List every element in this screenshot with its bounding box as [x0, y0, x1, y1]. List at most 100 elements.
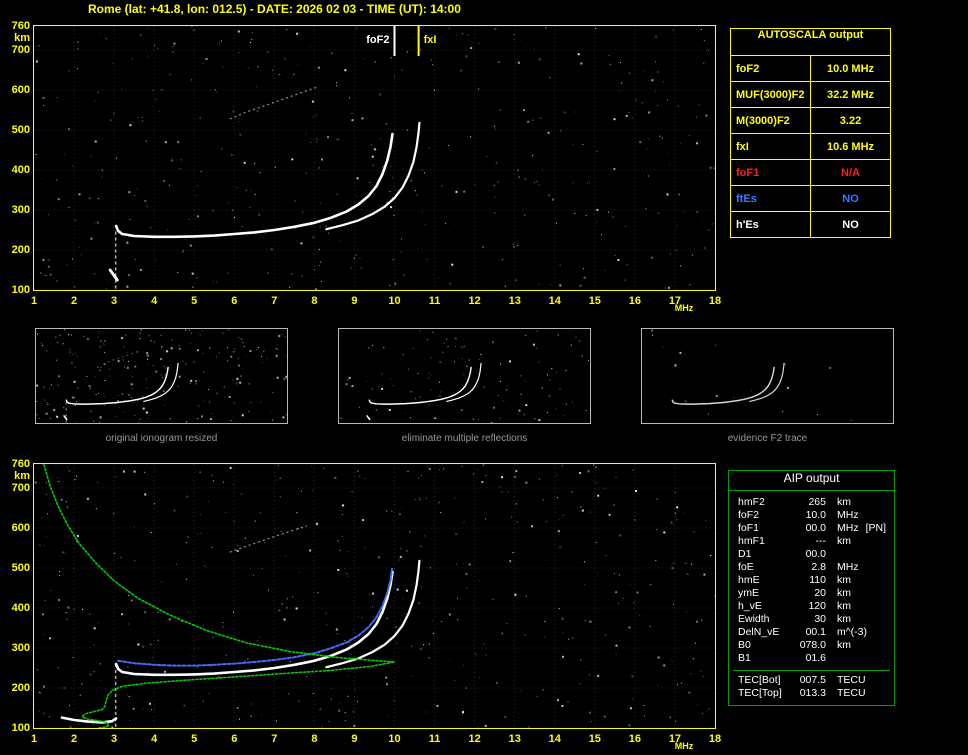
aip-table-row: foF2 10.0 MHz — [738, 509, 890, 522]
aip-row-label: D1 — [738, 548, 752, 560]
aip-table-row: Ewidth 30 km — [738, 613, 890, 626]
x-axis-tick-label: 5 — [191, 295, 198, 307]
aip-row-label: B0 — [738, 639, 751, 651]
aip-row-unit: km — [837, 613, 851, 625]
aip-table-row: h_vE 120 km — [738, 600, 890, 613]
x-axis-tick-label: 11 — [428, 733, 441, 745]
x-axis-tick-label: 7 — [271, 733, 278, 745]
autoscala-table-row: h'Es NO — [731, 211, 890, 237]
x-axis-tick-label: 6 — [231, 295, 238, 307]
aip-table-row: foF1 00.0 MHz [PN] — [738, 522, 890, 535]
aip-row-label: foF1 — [738, 522, 760, 534]
thumbnail-caption-f2-trace: evidence F2 trace — [727, 433, 808, 444]
x-axis-tick-label: 3 — [111, 733, 118, 745]
autoscala-output-panel: AUTOSCALA output foF2 10.0 MHz MUF(3000)F2… — [730, 28, 891, 238]
aip-row-value: 110 — [809, 574, 826, 586]
y-axis-tick-label: 400 — [11, 164, 30, 176]
aip-table-row: B0 078.0 km — [738, 639, 890, 652]
aip-row-unit: TECU — [837, 687, 866, 699]
autoscala-row-label: foF2 — [731, 56, 811, 81]
aip-row-unit: km — [837, 496, 851, 508]
aip-row-unit: MHz — [837, 522, 859, 534]
x-axis-tick-label: 12 — [468, 295, 481, 307]
autoscala-table-row: ftEs NO — [731, 185, 890, 211]
aip-row-unit: MHz — [837, 509, 859, 521]
aip-row-extra: [PN] — [865, 522, 887, 534]
thumbnail-reflections-canvas — [340, 330, 589, 423]
x-axis-tick-label: 6 — [231, 733, 238, 745]
thumbnail-original-canvas — [36, 329, 287, 423]
aip-table-row: hmF2 265 km — [738, 496, 890, 509]
x-axis-tick-label: 13 — [508, 295, 521, 307]
autoscala-rows: foF2 10.0 MHz MUF(3000)F2 32.2 MHz M(3000)F2… — [731, 55, 890, 237]
y-axis-tick-label: 200 — [11, 244, 30, 256]
y-axis-unit-label: km — [14, 32, 30, 44]
x-axis-tick-label: 1 — [30, 295, 38, 307]
autoscala-table-row: foF1 N/A — [731, 159, 890, 185]
aip-table-row: B1 01.6 — [738, 652, 890, 665]
aip-row-value: 01.6 — [805, 652, 826, 664]
aip-row-label: Ewidth — [738, 613, 770, 625]
aip-row-unit: TECU — [837, 674, 866, 686]
aip-row-unit: km — [837, 600, 851, 612]
x-axis-tick-label: 15 — [588, 733, 601, 745]
x-axis-tick-label: 16 — [628, 295, 641, 307]
aip-table-row: D1 00.0 — [738, 548, 890, 561]
bottom-ionogram-canvas — [34, 464, 715, 728]
autoscala-row-value: 3.22 — [839, 114, 862, 127]
header-title: Rome (lat: +41.8, lon: 012.5) - DATE: 20… — [88, 2, 461, 16]
aip-table-row: ymE 20 km — [738, 587, 890, 600]
aip-row-value: 00.0 — [805, 522, 826, 534]
y-axis-tick-label: 400 — [11, 602, 30, 614]
aip-row-value: 30 — [814, 613, 826, 625]
svg-text:foF2: foF2 — [366, 34, 389, 46]
aip-row-unit: MHz — [837, 561, 859, 573]
x-axis-tick-label: 3 — [111, 295, 118, 307]
y-axis-tick-label: 300 — [11, 204, 30, 216]
autoscala-row-value: 10.6 MHz — [826, 140, 875, 153]
autoscala-row-value: NO — [842, 192, 859, 205]
y-axis-tick-label: 700 — [11, 482, 30, 494]
thumbnail-multiple-reflections-removed — [338, 328, 591, 424]
y-axis-tick-label: 300 — [11, 642, 30, 654]
y-axis-tick-label: 760 — [11, 458, 30, 470]
x-axis-tick-label: 10 — [388, 733, 401, 745]
y-axis-tick-label: 500 — [11, 124, 30, 136]
aip-tec-row: TEC[Top] 013.3 TECU — [738, 687, 888, 700]
aip-row-value: 013.3 — [799, 687, 826, 699]
aip-row-label: h_vE — [738, 600, 762, 612]
aip-row-label: hmF2 — [738, 496, 765, 508]
aip-row-label: hmF1 — [738, 535, 765, 547]
autoscala-table-row: foF2 10.0 MHz — [731, 55, 890, 81]
x-axis-tick-label: 18 — [708, 295, 722, 307]
x-axis-tick-label: 5 — [191, 733, 198, 745]
y-axis-tick-label: 700 — [11, 44, 30, 56]
x-axis-tick-label: 9 — [351, 733, 358, 745]
aip-table-row: hmF1 --- km — [738, 535, 890, 548]
autoscala-row-label: foF1 — [731, 160, 811, 185]
x-axis-tick-label: 8 — [311, 295, 318, 307]
aip-row-unit — [826, 652, 837, 665]
x-axis-tick-label: 4 — [151, 295, 158, 307]
aip-table-row: DelN_vE 00.1 m^(-3) — [738, 626, 890, 639]
aip-row-label: TEC[Top] — [738, 687, 782, 699]
x-axis-tick-label: 16 — [628, 733, 641, 745]
aip-row-value: 265 — [808, 496, 826, 508]
thumbnail-caption-original: original ionogram resized — [105, 433, 218, 444]
aip-row-value: 20 — [814, 587, 826, 599]
autoscala-row-value: 10.0 MHz — [826, 62, 875, 75]
autoscala-table-row: fxI 10.6 MHz — [731, 133, 890, 159]
x-axis-tick-label: 13 — [508, 733, 521, 745]
top-ionogram-canvas: foF2 fxI — [34, 26, 715, 290]
x-axis-tick-label: 2 — [70, 295, 78, 307]
y-axis-unit-label: km — [14, 470, 30, 482]
autoscala-row-value: NO — [842, 218, 859, 231]
thumbnail-f2-canvas — [651, 329, 852, 421]
aip-panel-title: AIP output — [729, 471, 894, 491]
aip-table-row: hmE 110 km — [738, 574, 890, 587]
autoscala-table-row: M(3000)F2 3.22 — [731, 107, 890, 133]
aip-row-value: 10.0 — [805, 509, 826, 521]
aip-rows: hmF2 265 km foF2 10.0 MHz foF1 00.0 MHz [PN] hmF1 -… — [729, 491, 894, 667]
aip-output-panel: AIP output hmF2 265 km foF2 10.0 MHz foF1 00.0 M… — [728, 470, 895, 706]
top-ionogram-plot: foF2 fxI — [33, 25, 716, 291]
